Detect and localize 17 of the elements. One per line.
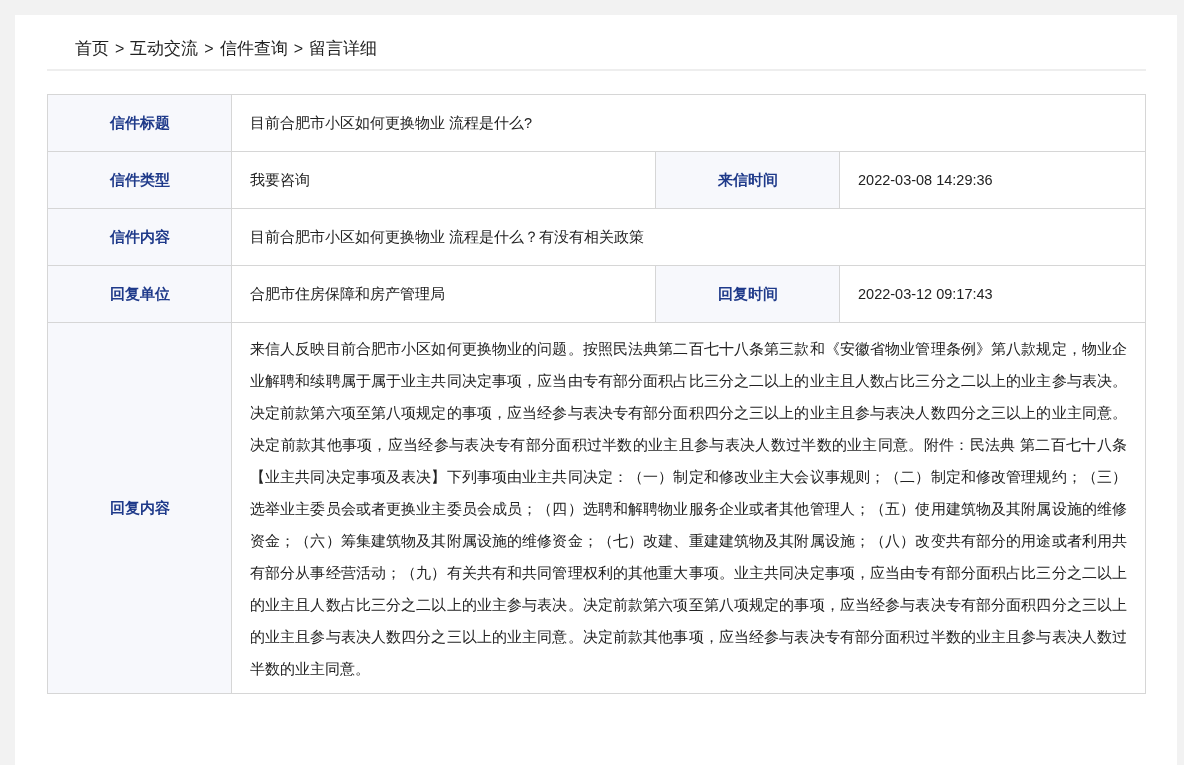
- breadcrumb-separator: >: [204, 39, 214, 58]
- field-label: 信件类型: [48, 152, 232, 209]
- field-label: 信件内容: [48, 209, 232, 266]
- field-label: 回复时间: [656, 266, 840, 323]
- breadcrumb-link[interactable]: 留言详细: [309, 37, 378, 60]
- field-label: 回复内容: [48, 323, 232, 694]
- field-label: 来信时间: [656, 152, 840, 209]
- field-label: 回复单位: [48, 266, 232, 323]
- field-label: 信件标题: [48, 95, 232, 152]
- field-value: 2022-03-08 14:29:36: [840, 152, 1146, 209]
- breadcrumb-link[interactable]: 信件查询: [219, 37, 288, 60]
- breadcrumb-separator: >: [115, 39, 125, 58]
- breadcrumb-separator: >: [293, 39, 304, 58]
- breadcrumb-link[interactable]: 互动交流: [130, 37, 199, 60]
- field-value: 2022-03-12 09:17:43: [840, 266, 1146, 323]
- breadcrumb-link[interactable]: 首页: [75, 37, 109, 60]
- reply-paragraph: 来信人反映目前合肥市小区如何更换物业的问题。按照民法典第二百七十八条第三款和《安徽省物业管理条例》第八款规定，物业企业解聘和续聘属于属于业主共同决定事项，应当由专有部分面积占比三分之二以上的业主且人数占比三分之二以上的业主参与表决。决定前款第六项至第八项规定的事项，应当经参与表决专有部分面积四分之三以上的业主且参与表决人数四分之三以上的业主同意。决定前款其他事项，应当经参与表决专有部分面积过半数的业主且参与表决人数过半数的业主同意。附件：民法典 第二百七十八条【业主共同决定事项及表决】下列事项由业主共同决定：（一）制定和修改业主大会议事规则；（二）制定和修改管理规约；（三）选举业主委员会或者更换业主委员会成员；（四）选聘和解聘物业服务企业或者其他管理人；（五）使用建筑物及其附属设施的维修资金；（六）筹集建筑物及其附属设施的维修资金；（七）改建、重建建筑物及其附属设施；（八）改变共有部分的用途或者利用共有部分从事经营活动；（九）有关共有和共同管理权利的其他重大事项。业主共同决定事项，应当由专有部分面积占比三分之二以上的业主且人数占比三分之二以上的业主参与表决。决定前款第六项至第八项规定的事项，应当经参与表决专有部分面积四分之三以上的业主且参与表决人数四分之三以上的业主同意。决定前款其他事项，应当经参与表决专有部分面积过半数的业主且参与表决人数过半数的业主同意。: [232, 323, 1146, 694]
